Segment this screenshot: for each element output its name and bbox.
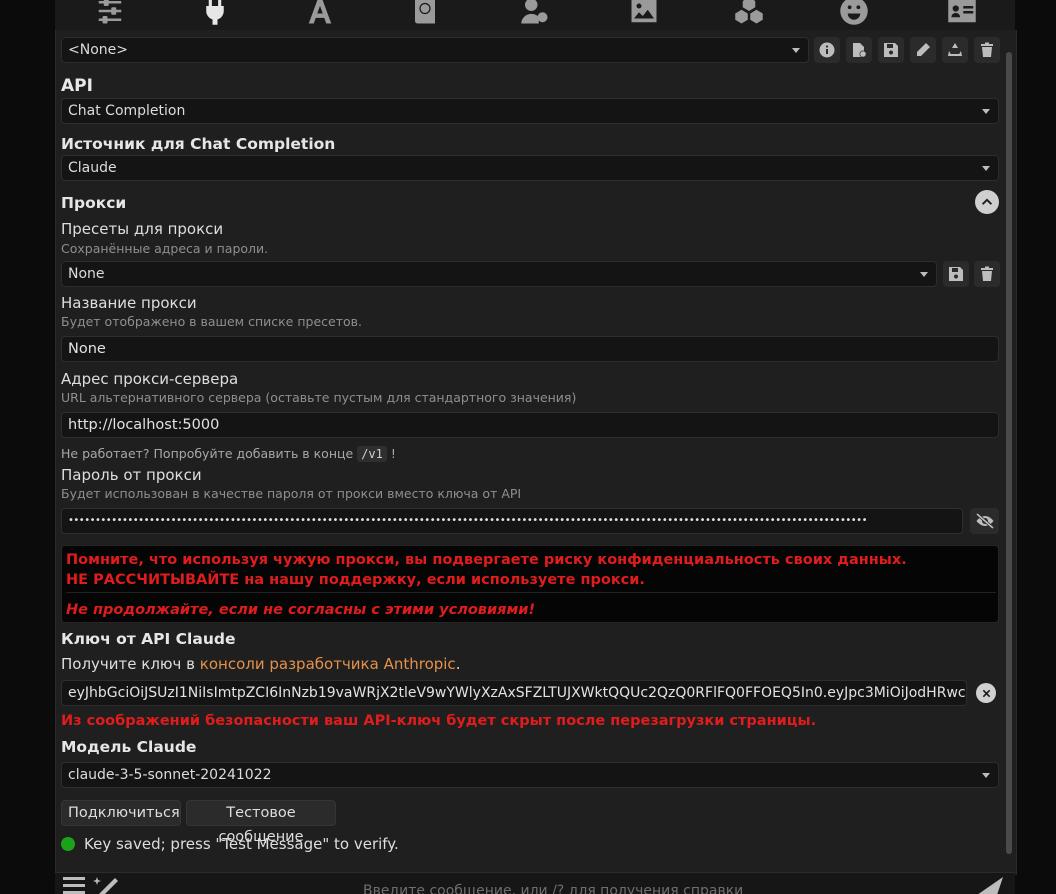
pencil-icon [917,43,930,56]
restore-preset-button[interactable] [942,37,968,63]
proxy-url-input[interactable]: http://localhost:5000 [61,412,999,438]
claude-model-heading: Модель Claude [61,738,197,756]
save-proxy-preset-button[interactable] [943,261,969,287]
chat-input-placeholder[interactable]: Введите сообщение, или /? для получения … [363,883,743,894]
chat-input-bar: Введите сообщение, или /? для получения … [55,872,1015,894]
recycle-icon [948,43,962,56]
key-hint-period: . [455,655,461,673]
id-card-icon[interactable] [945,0,979,26]
import-preset-button[interactable] [846,37,872,63]
warning-line-support: НЕ РАССЧИТЫВАЙТЕ на нашу поддержку, если… [66,572,645,588]
chevron-down-icon [982,166,990,171]
sliders-icon[interactable] [93,0,127,26]
proxy-password-label: Пароль от прокси [61,466,202,484]
proxy-name-label: Название прокси [61,294,197,312]
proxy-password-description: Будет использован в качестве пароля от п… [61,486,522,501]
user-gear-icon[interactable] [518,0,552,26]
info-button[interactable] [814,37,840,63]
delete-proxy-preset-button[interactable] [974,261,1000,287]
rename-preset-button[interactable] [910,37,936,63]
top-icon-bar [55,0,1015,31]
proxy-warning-box: Помните, что используя чужую прокси, вы … [61,545,999,623]
proxy-name-input[interactable]: None [61,336,999,362]
collapse-proxy-button[interactable] [975,190,999,214]
warning-divider [66,592,996,593]
smiley-icon[interactable] [837,0,871,26]
font-icon[interactable] [303,0,337,26]
api-select[interactable]: Chat Completion [61,98,999,124]
panel-scrollbar[interactable] [1006,52,1012,854]
proxy-password-input[interactable]: ••••••••••••••••••••••••••••••••••••••••… [61,508,963,534]
chevron-down-icon [792,48,800,53]
proxy-presets-label: Пресеты для прокси [61,220,224,238]
chat-completion-source-select[interactable]: Claude [61,155,999,181]
save-preset-button[interactable] [878,37,904,63]
chevron-down-icon [982,773,990,778]
source-select-value: Claude [68,160,117,176]
trash-icon [981,42,993,57]
status-indicator [61,837,75,851]
chevron-down-icon [920,272,928,277]
claude-model-select[interactable]: claude-3-5-sonnet-20241022 [61,762,999,788]
image-icon[interactable] [627,0,661,26]
close-icon [982,689,990,697]
connect-button[interactable]: Подключиться [61,800,181,826]
floppy-icon [884,43,898,57]
proxy-url-label: Адрес прокси-сервера [61,370,239,388]
proxy-preset-value: None [68,266,105,282]
claude-model-value: claude-3-5-sonnet-20241022 [68,767,272,783]
key-hint-text: Получите ключ в [61,655,196,673]
send-icon[interactable] [975,875,1005,894]
chevron-down-icon [982,109,990,114]
connection-preset-select[interactable]: <None> [61,37,809,63]
magic-wand-icon[interactable] [93,875,123,894]
warning-line-privacy: Помните, что используя чужую прокси, вы … [66,552,907,568]
proxy-heading: Прокси [61,194,127,212]
proxy-url-hint: Не работает? Попробуйте добавить в конце… [61,446,396,462]
chevron-up-icon [981,198,993,205]
info-icon [819,42,835,58]
proxy-hint-suffix: ! [390,446,396,461]
api-key-security-notice: Из соображений безопасности ваш API-ключ… [61,713,817,729]
file-import-icon [853,43,867,58]
proxy-hint-code: /v1 [357,446,387,462]
claude-api-key-input[interactable]: eyJhbGciOiJSUzI1NiIsImtpZCI6InNzb19vaWRj… [61,680,967,706]
toggle-password-visibility-button[interactable] [970,508,999,534]
proxy-preset-select[interactable]: None [61,261,937,287]
anthropic-console-link[interactable]: консоли разработчика Anthropic [200,655,456,673]
trash-icon [981,266,993,281]
warning-line-consent: Не продолжайте, если не согласны с этими… [66,602,536,618]
floppy-icon [949,267,963,281]
claude-key-heading: Ключ от API Claude [61,630,236,648]
proxy-hint-text: Не работает? Попробуйте добавить в конце [61,446,354,461]
plug-icon[interactable] [198,0,232,26]
api-select-value: Chat Completion [68,103,186,119]
globe-book-icon[interactable] [408,0,442,26]
api-heading: API [61,76,93,96]
proxy-presets-description: Сохранённые адреса и пароли. [61,241,269,256]
eye-slash-icon [975,513,994,529]
proxy-name-description: Будет отображено в вашем списке пресетов… [61,314,362,329]
proxy-url-description: URL альтернативного сервера (оставьте пу… [61,390,577,405]
test-message-button[interactable]: Тестовое сообщение [186,800,336,845]
claude-key-hint: Получите ключ в консоли разработчика Ant… [61,655,460,673]
cubes-icon[interactable] [732,0,766,26]
chat-completion-source-heading: Источник для Chat Completion [61,135,336,153]
connection-status-text: Key saved; press "Test Message" to verif… [84,835,399,853]
delete-preset-button[interactable] [974,37,1000,63]
clear-api-key-button[interactable] [976,683,996,703]
options-menu-icon[interactable] [63,875,87,894]
connection-preset-value: <None> [68,42,128,58]
